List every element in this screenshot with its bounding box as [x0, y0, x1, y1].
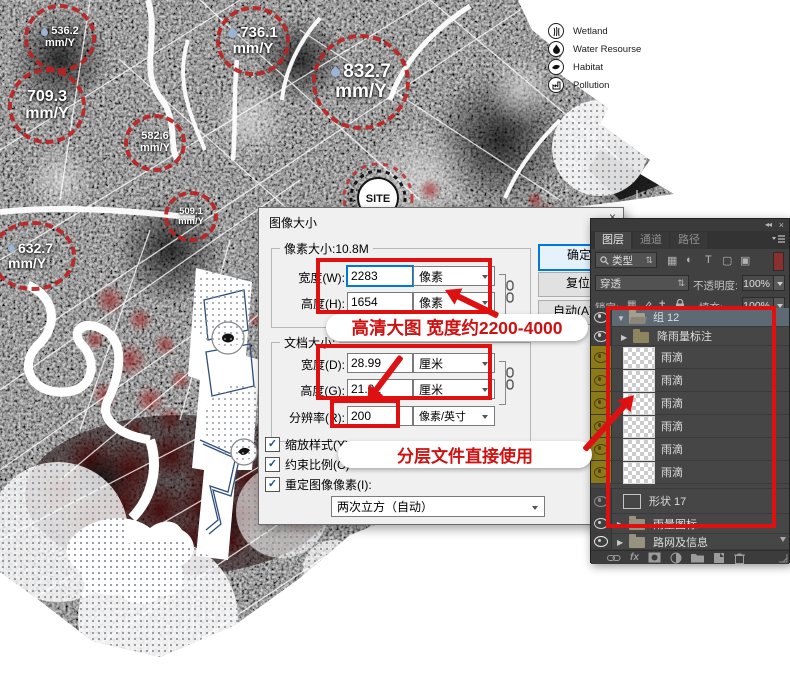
rain-value: 736.1: [240, 24, 278, 42]
blend-mode-select[interactable]: 穿透 ⇅: [595, 275, 689, 291]
rain-unit: mm/Y: [45, 37, 75, 49]
checkbox-check-icon: ✓: [265, 457, 280, 472]
resample-method-select[interactable]: 两次立方（自动）: [331, 496, 545, 517]
legend-row: Pollution: [548, 76, 641, 94]
legend-row: Wetland: [548, 22, 641, 40]
tab-channels[interactable]: 通道: [633, 232, 669, 249]
chevron-down-icon: [532, 506, 538, 510]
raindrop-icon: [39, 27, 50, 38]
chevron-down-icon: [482, 415, 488, 419]
filter-type-select[interactable]: 类型 ⇅: [595, 252, 657, 268]
dialog-titlebar[interactable]: 图像大小 ×: [259, 208, 623, 234]
rain-badge-832: 832.7 mm/Y: [312, 34, 410, 130]
updown-icon: ⇅: [645, 254, 653, 265]
checkbox-label: 重定图像像素(I):: [285, 478, 372, 492]
collapse-panel-icon[interactable]: ◂◂: [765, 220, 772, 229]
callout-layered-file: 分层文件直接使用: [338, 441, 592, 468]
group-folder-icon: [629, 534, 645, 548]
panel-menu-icon[interactable]: [772, 235, 785, 245]
filter-adjustment-icon[interactable]: ◐: [686, 254, 693, 266]
delete-layer-icon[interactable]: [733, 552, 745, 564]
checkbox-check-icon: ✓: [265, 477, 280, 492]
blend-row: 穿透 ⇅ 不透明度: 100%: [591, 271, 789, 294]
rain-value: 709.3: [26, 88, 68, 106]
map-legend: Wetland Water Resourse Habitat Pollution: [548, 22, 641, 94]
filter-pixel-icon[interactable]: ▦: [667, 254, 677, 267]
screenshot-stage: SITE 536.2 mm/Y 736.1 mm/Y 832.7 mm/Y 70…: [0, 0, 790, 686]
rain-unit: mm/Y: [140, 142, 170, 154]
filter-smart-object-icon[interactable]: ▣: [740, 254, 750, 267]
link-layers-icon[interactable]: [607, 552, 621, 564]
pollution-icon: [548, 77, 564, 93]
rain-unit: mm/Y: [335, 81, 387, 102]
updown-icon: ⇅: [677, 277, 685, 288]
callout-hd-size: 高清大图 宽度约2200-4000: [326, 314, 588, 341]
layer-mask-icon[interactable]: [648, 552, 661, 563]
checkbox-check-icon: ✓: [265, 437, 280, 452]
legend-label: Wetland: [573, 25, 608, 37]
eye-icon: [594, 536, 608, 547]
rain-badge-736: 736.1 mm/Y: [216, 6, 290, 76]
opacity-value[interactable]: 100%: [742, 275, 774, 291]
rain-unit: mm/Y: [178, 215, 204, 227]
filter-row: 类型 ⇅ ▦ ◐ T ▢ ▣: [591, 249, 789, 272]
opacity-label: 不透明度:: [693, 280, 738, 292]
filter-type-icon[interactable]: T: [705, 254, 712, 266]
constrain-proportions-checkbox[interactable]: ✓ 约束比例(C): [265, 456, 350, 473]
annotation-rect-pixel-size: [316, 258, 492, 314]
close-panel-icon[interactable]: ×: [779, 220, 784, 230]
pixel-size-label: 像素大小:10.8M: [284, 242, 369, 256]
rain-badge-709: 709.3 mm/Y: [8, 68, 86, 144]
rain-value: 632.7: [18, 240, 54, 257]
water-resource-icon: [548, 41, 564, 57]
scale-styles-checkbox[interactable]: ✓ 缩放样式(Y): [265, 436, 349, 453]
layer-style-icon[interactable]: fx: [630, 552, 639, 564]
habitat-icon: [548, 59, 564, 75]
rain-value: 832.7: [343, 61, 391, 83]
adjustment-layer-icon[interactable]: [670, 552, 682, 564]
visibility-toggle[interactable]: [591, 534, 612, 549]
legend-label: Pollution: [573, 79, 610, 91]
rain-badge-536: 536.2 mm/Y: [24, 4, 96, 72]
rain-badge-509: 509.1 mm/Y: [164, 191, 218, 242]
rain-value: 509.1: [179, 205, 203, 217]
legend-row: Water Resourse: [548, 40, 641, 58]
annotation-rect-layers: [606, 306, 776, 528]
wetland-icon: [548, 23, 564, 39]
raindrop-icon: [226, 26, 240, 40]
resize-grip-icon[interactable]: [779, 554, 788, 563]
site-label-svg: SITE: [366, 193, 390, 205]
filter-shape-icon[interactable]: ▢: [722, 254, 732, 267]
rain-unit: mm/Y: [25, 105, 69, 122]
resolution-unit-select[interactable]: 像素/英寸: [413, 406, 495, 426]
tab-paths[interactable]: 路径: [671, 232, 707, 249]
raindrop-icon: [329, 65, 343, 79]
annotation-rect-resolution: [330, 399, 400, 428]
new-layer-icon[interactable]: [713, 552, 725, 564]
chain-link-icon: [506, 280, 514, 303]
layer-name[interactable]: 路网及信息: [653, 534, 708, 550]
panel-tabs: 图层 通道 路径: [591, 231, 789, 249]
legend-label: Water Resourse: [573, 43, 642, 55]
legend-label: Habitat: [573, 61, 604, 73]
legend-row: Habitat: [548, 58, 641, 76]
rain-unit: mm/Y: [8, 255, 47, 271]
raindrop-icon: [6, 243, 17, 254]
panel-toolbar: fx: [591, 550, 789, 564]
new-group-icon[interactable]: [690, 552, 704, 563]
filter-toggle[interactable]: [773, 252, 784, 271]
search-icon: [600, 255, 609, 265]
rain-unit: mm/Y: [232, 40, 274, 57]
resample-image-checkbox[interactable]: ✓ 重定图像像素(I):: [265, 476, 372, 493]
chain-link-icon: [506, 367, 514, 390]
rain-badge-582: 582.6 mm/Y: [124, 114, 186, 172]
layer-row-road-network[interactable]: ▶ 路网及信息: [591, 534, 789, 550]
panel-titlebar[interactable]: ◂◂ ×: [591, 219, 789, 231]
tab-layers[interactable]: 图层: [595, 232, 631, 249]
dialog-title: 图像大小: [269, 216, 318, 230]
disclosure-closed-icon[interactable]: ▶: [617, 538, 623, 547]
annotation-rect-doc-size: [316, 344, 492, 400]
scroll-down-icon[interactable]: [780, 537, 786, 542]
opacity-dropdown[interactable]: [773, 275, 785, 291]
